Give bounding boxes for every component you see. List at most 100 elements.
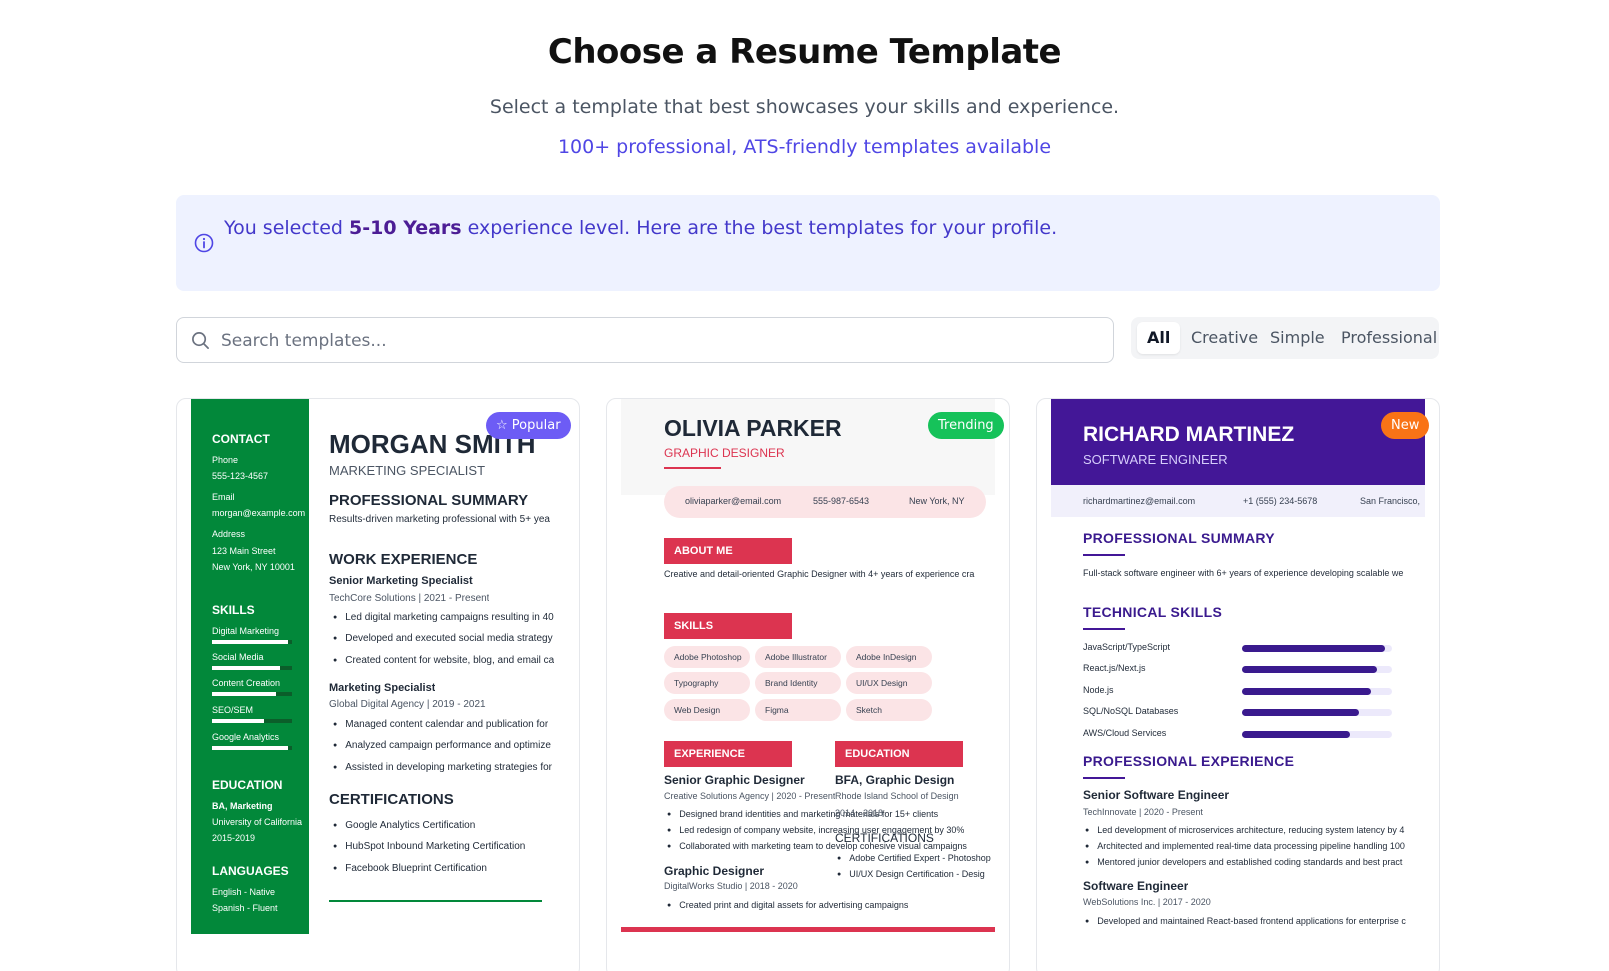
skill-bar: [212, 666, 292, 670]
info-message: You selected 5-10 Years experience level…: [224, 217, 1057, 239]
tab-professional[interactable]: Professional: [1331, 322, 1447, 354]
skill-bar: [1242, 666, 1392, 673]
address-line1: 123 Main Street: [212, 546, 276, 556]
tab-simple[interactable]: Simple: [1260, 322, 1335, 354]
skill-bar-fill: [212, 692, 276, 696]
resume-sidebar: CONTACT Phone 555-123-4567 Email morgan@…: [191, 399, 309, 934]
email-value: morgan@example.com: [212, 508, 306, 518]
school: Rhode Island School of Design: [835, 791, 959, 801]
about-text: Creative and detail-oriented Graphic Des…: [664, 569, 975, 579]
footer-bar: [621, 927, 995, 932]
heading-underline: [1083, 628, 1125, 630]
template-filter-tabs: All Creative Simple Professional: [1131, 317, 1439, 359]
education-heading: EDUCATION: [212, 778, 283, 792]
template-card-richard-martinez[interactable]: RICHARD MARTINEZ SOFTWARE ENGINEER richa…: [1036, 398, 1440, 971]
address-line2: New York, NY 10001: [212, 562, 295, 572]
star-icon: ☆: [496, 418, 508, 433]
job-bullet: Led development of microservices archite…: [1085, 825, 1425, 835]
info-icon: [194, 233, 214, 253]
job-bullet: Created print and digital assets for adv…: [667, 900, 908, 910]
skill-bar-fill: [212, 666, 280, 670]
tab-creative[interactable]: Creative: [1181, 322, 1268, 354]
skill-chip: Sketch: [846, 699, 932, 721]
location-value: San Francisco,: [1360, 496, 1421, 506]
tab-all[interactable]: All: [1137, 322, 1181, 354]
job-meta: TechInnovate | 2020 - Present: [1083, 807, 1203, 817]
certification-item: HubSpot Inbound Marketing Certification: [333, 841, 525, 852]
phone-value: 555-987-6543: [813, 496, 870, 506]
skill-bar-fill: [212, 640, 288, 644]
skills-heading: SKILLS: [664, 613, 792, 639]
skill-bar-fill: [1242, 666, 1377, 673]
email-value: oliviaparker@email.com: [685, 496, 782, 506]
summary-heading: PROFESSIONAL SUMMARY: [329, 492, 529, 509]
resume-main: MORGAN SMITH MARKETING SPECIALIST PROFES…: [329, 399, 569, 934]
address-label: Address: [212, 529, 246, 539]
skill-bar: [212, 719, 292, 723]
phone-value: 555-123-4567: [212, 471, 269, 481]
job-bullet: Created content for website, blog, and e…: [333, 655, 554, 666]
info-suffix: experience level. Here are the best temp…: [461, 217, 1058, 239]
certification-item: Facebook Blueprint Certification: [333, 863, 487, 874]
job-bullet: Managed content calendar and publication…: [333, 719, 548, 730]
education-years: 2014 - 2018: [835, 808, 884, 818]
skill-bar-fill: [1242, 645, 1385, 652]
certifications-heading: CERTIFICATIONS: [835, 831, 934, 845]
resume-name: OLIVIA PARKER: [664, 415, 842, 441]
job-bullet: Assisted in developing marketing strateg…: [333, 762, 552, 773]
summary-text: Full-stack software engineer with 6+ yea…: [1083, 568, 1404, 578]
summary-text: Results-driven marketing professional wi…: [329, 514, 550, 525]
job-bullet: Architected and implemented real-time da…: [1085, 841, 1425, 851]
job-meta: TechCore Solutions | 2021 - Present: [329, 593, 490, 604]
template-card-morgan-smith[interactable]: CONTACT Phone 555-123-4567 Email morgan@…: [176, 398, 580, 971]
skill-chip: Web Design: [664, 699, 750, 721]
skill-bar-fill: [1242, 688, 1371, 695]
about-heading: ABOUT ME: [664, 538, 792, 564]
skills-heading: TECHNICAL SKILLS: [1083, 604, 1223, 620]
school: University of California: [212, 817, 303, 827]
skill-chip: Figma: [755, 699, 841, 721]
heading-underline: [1083, 777, 1125, 779]
job-title: Marketing Specialist: [329, 682, 436, 694]
skill-chip: Adobe Illustrator: [755, 646, 841, 668]
search-box[interactable]: [176, 317, 1114, 363]
skill-bar: [212, 640, 292, 644]
resume-role: GRAPHIC DESIGNER: [664, 446, 785, 460]
resume-role: SOFTWARE ENGINEER: [1083, 452, 1228, 467]
page-title: Choose a Resume Template: [547, 32, 1062, 72]
job-bullet: Developed and maintained React-based fro…: [1085, 916, 1425, 926]
certification-item: UI/UX Design Certification - Desig: [837, 869, 997, 879]
skill-name: Node.js: [1083, 685, 1114, 695]
job-title: Graphic Designer: [664, 864, 765, 878]
templates-available-tagline: 100+ professional, ATS-friendly template…: [557, 136, 1052, 158]
skill-name: AWS/Cloud Services: [1083, 728, 1167, 738]
job-bullet: Led digital marketing campaigns resultin…: [333, 612, 553, 623]
skill-chip: Typography: [664, 672, 750, 694]
experience-heading: PROFESSIONAL EXPERIENCE: [1083, 753, 1295, 769]
skill-chip: Adobe InDesign: [846, 646, 932, 668]
job-meta: DigitalWorks Studio | 2018 - 2020: [664, 881, 798, 891]
template-card-olivia-parker[interactable]: OLIVIA PARKER GRAPHIC DESIGNER oliviapar…: [606, 398, 1010, 971]
experience-info-banner: You selected 5-10 Years experience level…: [176, 195, 1440, 291]
work-heading: WORK EXPERIENCE: [329, 551, 478, 568]
resume-role: MARKETING SPECIALIST: [329, 463, 486, 478]
skill-bar-fill: [212, 746, 288, 750]
skill-bar: [1242, 688, 1392, 695]
job-title: Software Engineer: [1083, 879, 1189, 893]
new-badge: New: [1381, 412, 1430, 439]
phone-label: Phone: [212, 455, 239, 465]
skill-chip: UI/UX Design: [846, 672, 932, 694]
search-input[interactable]: [221, 326, 1091, 356]
skill-bar: [212, 746, 292, 750]
degree: BA, Marketing: [212, 801, 273, 811]
job-bullet: Designed brand identities and marketing …: [667, 809, 938, 819]
skill-name: Google Analytics: [212, 732, 280, 742]
job-meta: Global Digital Agency | 2019 - 2021: [329, 699, 486, 710]
heading-underline: [1083, 554, 1125, 556]
divider: [329, 900, 542, 902]
selected-experience-level: 5-10 Years: [349, 217, 462, 239]
certification-item: Adobe Certified Expert - Photoshop: [837, 853, 997, 863]
skill-bar-fill: [212, 719, 264, 723]
job-bullet: Developed and executed social media stra…: [333, 633, 552, 644]
contact-heading: CONTACT: [212, 432, 270, 446]
